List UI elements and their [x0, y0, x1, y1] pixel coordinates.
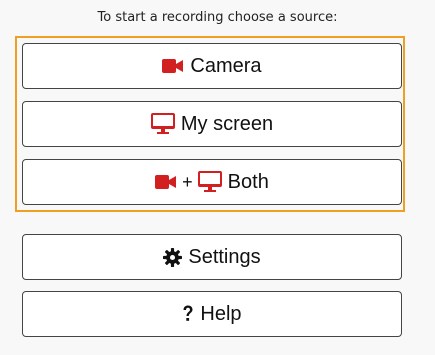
help-button-label: Help [200, 302, 242, 325]
camera-button[interactable]: Camera [22, 43, 402, 89]
both-button-label: Both [227, 170, 269, 193]
monitor-icon [150, 113, 175, 135]
plus-sign: + [182, 171, 193, 192]
settings-button[interactable]: Settings [22, 234, 402, 280]
monitor-icon [197, 171, 222, 193]
settings-button-label: Settings [188, 245, 261, 268]
both-button[interactable]: + Both [22, 159, 402, 205]
my-screen-button[interactable]: My screen [22, 101, 402, 147]
video-camera-icon [155, 174, 177, 190]
question-icon [182, 305, 194, 323]
video-camera-icon [162, 58, 184, 74]
source-prompt: To start a recording choose a source: [97, 10, 338, 25]
camera-button-label: Camera [190, 54, 262, 77]
my-screen-button-label: My screen [180, 112, 274, 135]
help-button[interactable]: Help [22, 291, 402, 337]
gear-icon [163, 247, 183, 267]
